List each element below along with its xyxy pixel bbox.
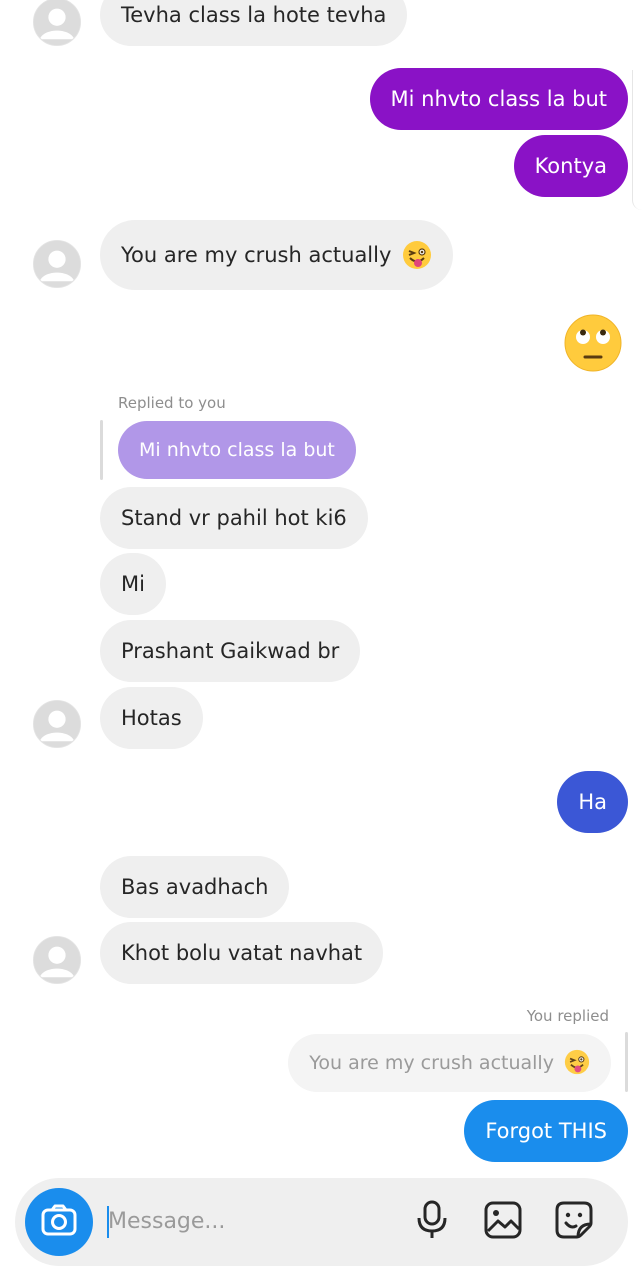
message-text: You are my crush actually [121,243,392,267]
message-text: Khot bolu vatat navhat [121,941,363,965]
message-input[interactable]: Message... [108,1202,388,1242]
message-text: Kontya [534,154,607,178]
message-text: Forgot THIS [485,1119,607,1143]
reply-quote[interactable]: You are my crush actually [288,1034,611,1092]
wink-emoji [398,241,432,270]
message-text: Mi nhvto class la but [139,439,335,461]
avatar[interactable] [33,240,81,288]
reply-quote[interactable]: Mi nhvto class la but [118,421,356,479]
message-bubble-outgoing[interactable]: Kontya [513,135,628,197]
scroll-indicator [632,70,643,210]
camera-icon [40,1201,78,1243]
avatar[interactable] [33,700,81,748]
reply-bar [625,1032,628,1092]
message-bubble-incoming[interactable]: Prashant Gaikwad br [100,620,361,682]
message-bubble-incoming[interactable]: You are my crush actually [100,220,454,290]
reply-label: You replied [526,1007,609,1025]
message-text: Bas avadhach [121,875,269,899]
avatar[interactable] [33,936,81,984]
message-text: Hotas [121,706,182,730]
message-text: Stand vr pahil hot ki6 [121,506,347,530]
message-text: Prashant Gaikwad br [121,639,340,663]
reply-label: Replied to you [118,394,226,412]
message-bubble-incoming[interactable]: Bas avadhach [100,856,290,918]
message-bubble-incoming[interactable]: Stand vr pahil hot ki6 [100,487,368,549]
message-text: Mi nhvto class la but [390,87,608,111]
message-text: Ha [578,790,607,814]
message-bubble-incoming[interactable]: Khot bolu vatat navhat [100,922,384,984]
eye-roll-emoji[interactable] [563,313,623,377]
message-text: Mi [121,572,145,596]
message-bubble-incoming[interactable]: Mi [100,553,166,615]
wink-emoji [560,1049,590,1075]
sticker-icon [554,1200,594,1244]
microphone-button[interactable] [410,1200,454,1244]
message-text: You are my crush actually [309,1052,554,1074]
message-bubble-incoming[interactable]: Hotas [100,687,203,749]
sticker-button[interactable] [552,1200,596,1244]
message-bubble-outgoing[interactable]: Mi nhvto class la but [369,68,628,130]
message-bubble-outgoing[interactable]: Forgot THIS [464,1100,628,1162]
avatar[interactable] [33,0,81,46]
message-bubble-outgoing[interactable]: Ha [557,771,628,833]
message-bubble-incoming[interactable]: Tevha class la hote tevha [100,0,408,46]
camera-button[interactable] [25,1188,93,1256]
gallery-button[interactable] [481,1200,525,1244]
image-icon [483,1200,523,1244]
message-text: Tevha class la hote tevha [121,3,387,27]
microphone-icon [415,1200,449,1244]
reply-bar [100,420,103,480]
message-composer: Message... [15,1178,628,1266]
